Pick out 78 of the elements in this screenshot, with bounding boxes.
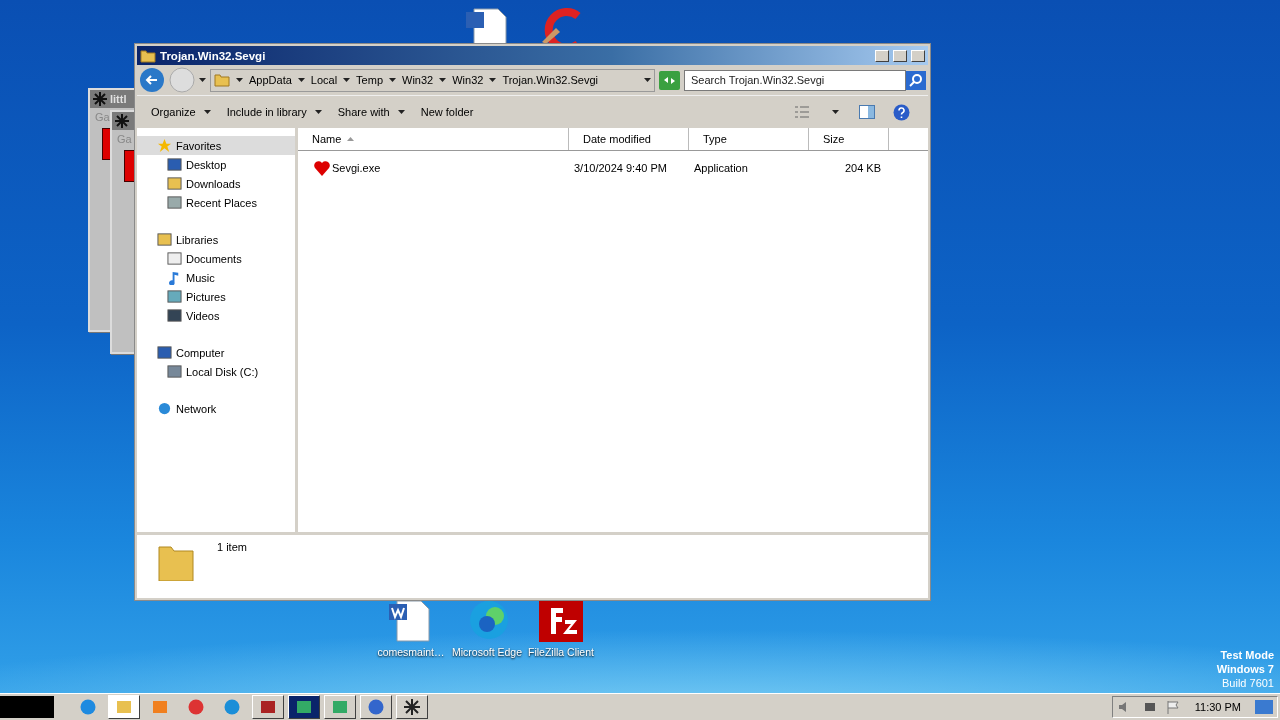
os-watermark-text: Test Mode <box>1220 648 1274 662</box>
table-cell-text: 204 KB <box>843 162 882 174</box>
search-icon[interactable] <box>906 70 926 90</box>
start-button[interactable] <box>0 696 54 718</box>
back-button[interactable] <box>139 67 165 93</box>
flag-icon[interactable] <box>1164 700 1181 714</box>
taskbar-button[interactable] <box>360 695 392 719</box>
search-field[interactable]: Search Trojan.Win32.Sevgi <box>684 69 906 91</box>
caret-icon <box>644 78 651 82</box>
table-cell-text: Application <box>693 162 749 174</box>
folder-icon <box>157 232 172 247</box>
maximize-button[interactable] <box>893 49 907 62</box>
caret-icon <box>203 110 211 114</box>
toolbar-button[interactable]: New folder <box>414 103 480 121</box>
nav-item[interactable]: Music <box>137 268 295 287</box>
refresh-icon[interactable] <box>659 70 680 90</box>
spark-icon <box>115 114 129 128</box>
column-header[interactable]: Date modified <box>569 128 689 150</box>
nav-item[interactable]: Favorites <box>137 136 295 155</box>
toolbar-button[interactable]: Share with <box>331 103 411 121</box>
taskbar-button[interactable] <box>108 695 140 719</box>
column-header[interactable]: Size <box>809 128 889 150</box>
taskbar-button[interactable] <box>252 695 284 719</box>
taskbar-button[interactable] <box>396 695 428 719</box>
nav-item[interactable]: Local Disk (C:) <box>137 362 295 381</box>
nav-item[interactable]: Recent Places <box>137 193 295 212</box>
breadcrumb[interactable]: Trojan.Win32.Sevgi <box>502 74 598 86</box>
spark-icon <box>93 92 107 106</box>
item-count: 1 item <box>217 541 247 553</box>
nav-item[interactable]: Pictures <box>137 287 295 306</box>
folder-icon <box>115 698 133 716</box>
nav-item[interactable]: Network <box>137 399 295 418</box>
taskbar-button[interactable] <box>288 695 320 719</box>
folder-icon <box>214 72 230 88</box>
table-cell-text: 3/10/2024 9:40 PM <box>573 162 668 174</box>
caret-icon <box>199 78 206 82</box>
caret-icon <box>314 110 322 114</box>
spark-icon <box>403 698 421 716</box>
caret-icon <box>297 78 305 82</box>
minimize-button[interactable] <box>875 49 889 62</box>
file-name[interactable]: Sevgi.exe <box>332 162 381 174</box>
breadcrumb[interactable]: Win32 <box>402 74 434 86</box>
nav-item[interactable]: Documents <box>137 249 295 268</box>
help-icon[interactable] <box>893 103 910 121</box>
caret-icon <box>489 78 497 82</box>
caret-icon <box>389 78 396 82</box>
nav-item[interactable]: Desktop <box>137 155 295 174</box>
column-header[interactable]: Type <box>689 128 809 150</box>
nav-item[interactable]: Computer <box>137 343 295 362</box>
nav-item[interactable]: Downloads <box>137 174 295 193</box>
os-watermark-text: Build 7601 <box>1222 676 1274 690</box>
toolbar-button[interactable]: Include in library <box>220 103 328 121</box>
address-bar[interactable]: AppData Local Temp Win32 Win32 Trojan.Win32.Sevgi <box>210 68 655 92</box>
star-icon <box>157 138 172 153</box>
caret-icon <box>397 110 405 114</box>
breadcrumb[interactable]: Win32 <box>452 74 484 86</box>
close-button[interactable] <box>911 49 925 62</box>
os-watermark-text: Windows 7 <box>1216 662 1274 676</box>
nav-item[interactable]: Videos <box>137 306 295 325</box>
preview-pane-icon[interactable] <box>859 105 875 119</box>
window-title: littl <box>110 93 127 105</box>
folder-icon <box>140 47 156 64</box>
taskbar-button[interactable] <box>324 695 356 719</box>
toolbar-button[interactable]: Organize <box>145 103 217 121</box>
sort-arrow-icon <box>347 137 355 141</box>
heart-icon <box>314 160 330 176</box>
clock[interactable]: 11:30 PM <box>1194 701 1241 713</box>
caret-icon <box>343 78 351 82</box>
breadcrumb[interactable]: AppData <box>249 74 292 86</box>
caret-icon <box>236 78 243 82</box>
caret-icon <box>832 110 839 114</box>
window-title: Trojan.Win32.Sevgi <box>160 49 267 62</box>
breadcrumb[interactable]: Temp <box>356 74 383 86</box>
filezilla-logo-icon <box>537 600 585 642</box>
column-header[interactable]: Name <box>298 128 569 150</box>
nav-item[interactable]: Libraries <box>137 230 295 249</box>
breadcrumb[interactable]: Local <box>310 74 338 86</box>
caret-icon <box>439 78 447 82</box>
